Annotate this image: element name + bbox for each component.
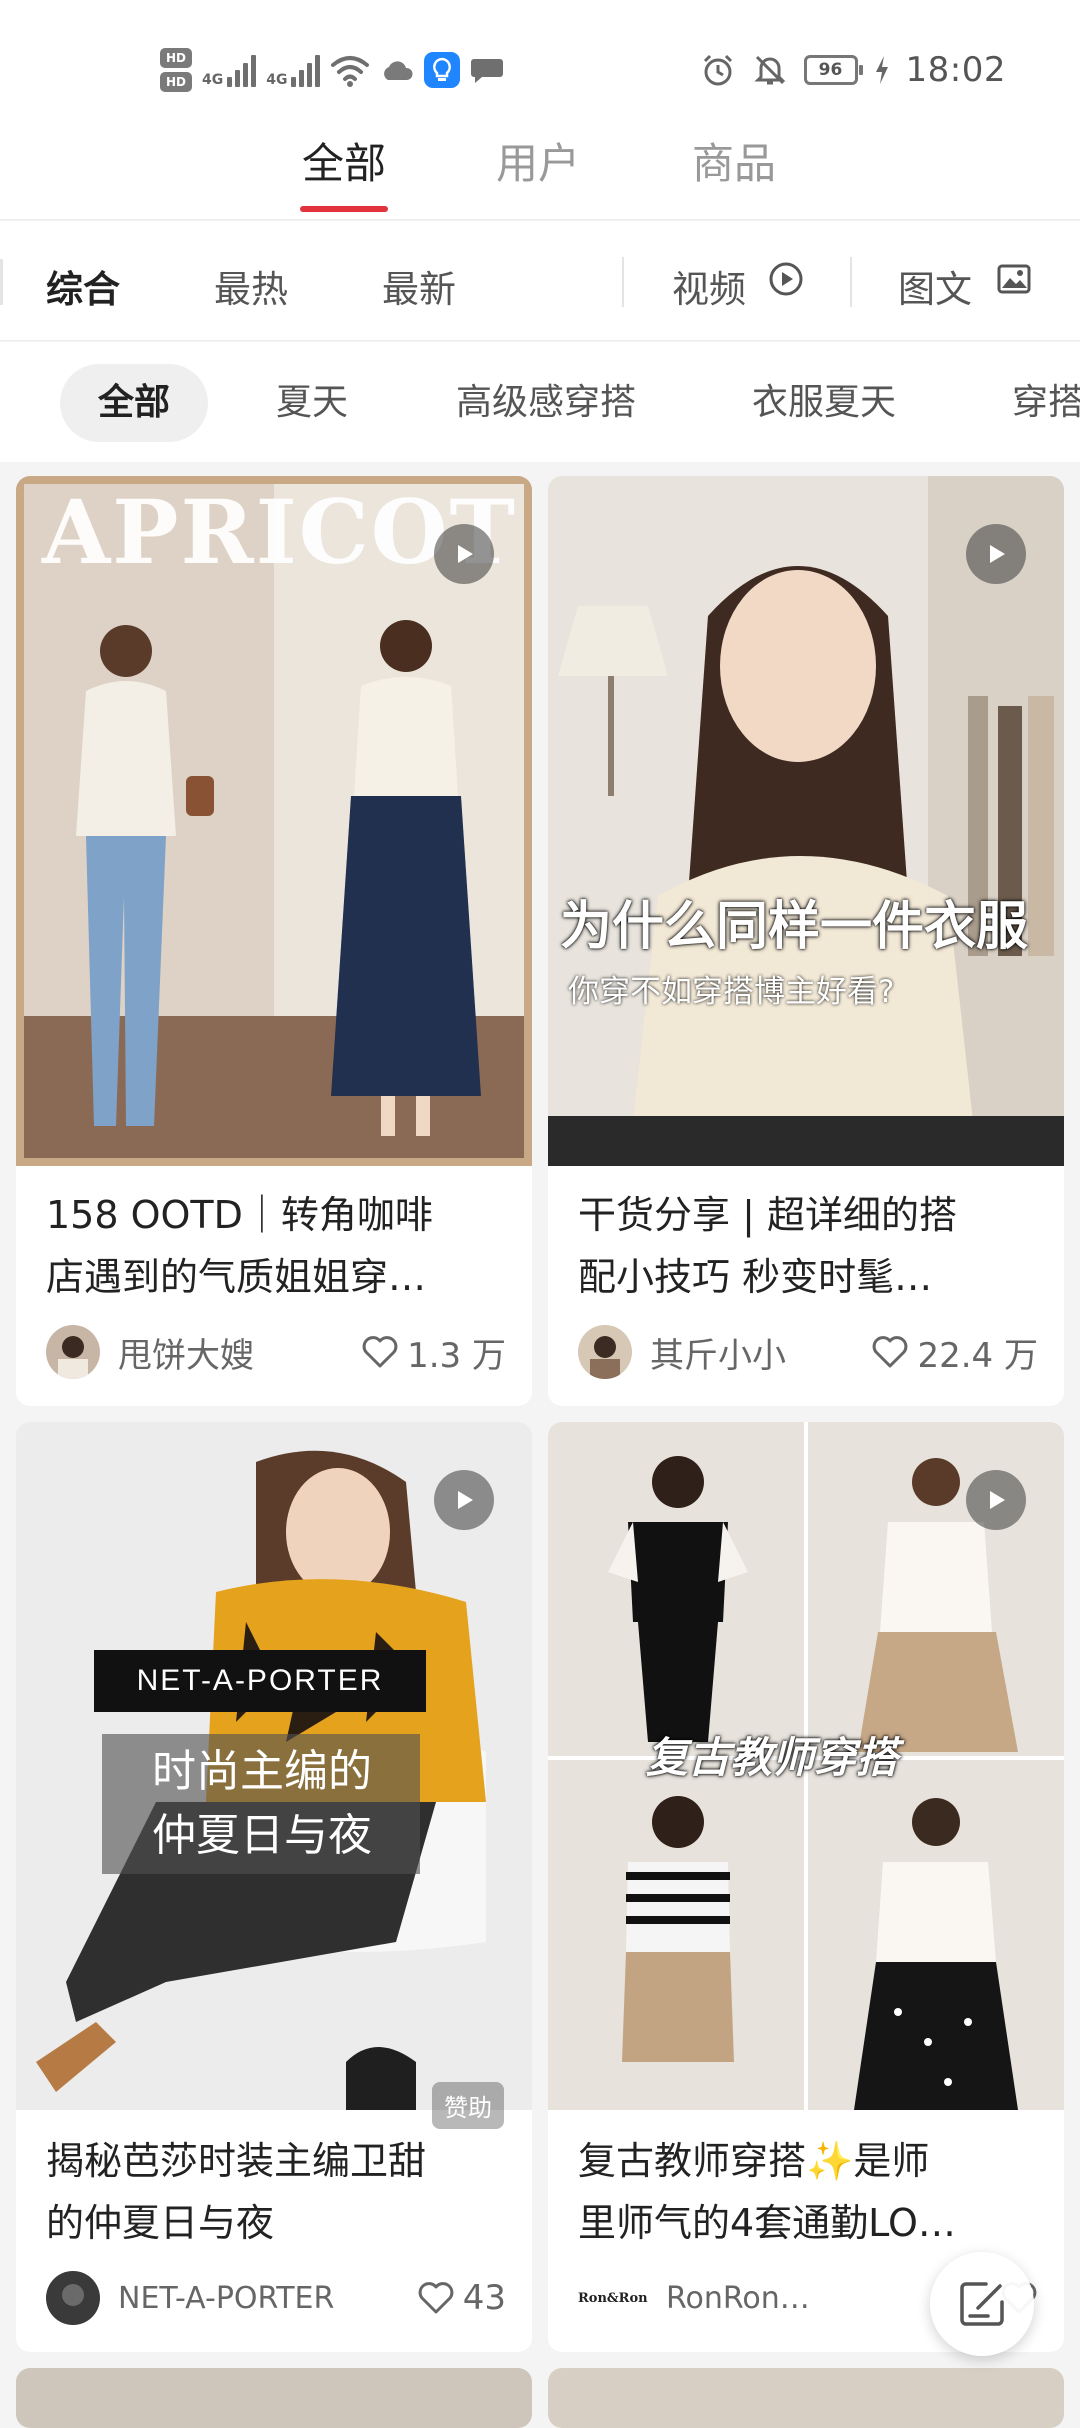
heart-icon: [873, 1336, 908, 1368]
wifi-icon: [331, 56, 370, 87]
hd-icon: HD: [160, 72, 192, 92]
video-badge: [434, 1470, 494, 1530]
play-icon: [458, 545, 473, 563]
active-tab-indicator: [300, 206, 388, 212]
avatar-logo-text: Ron&Ron: [578, 2290, 648, 2306]
note-title: 复古教师穿搭✨是师 里师气的4套通勤LO…: [578, 2130, 1038, 2254]
filter-image-text[interactable]: 图文: [898, 259, 972, 313]
play-icon: [458, 1491, 473, 1509]
note-meta: 其斤小小 22.4 万: [578, 1322, 1038, 1382]
avatar[interactable]: [46, 2271, 100, 2325]
battery-icon: 96: [803, 55, 863, 85]
cover-overlay-title: 为什么同样一件衣服: [560, 897, 1029, 957]
chip-summer[interactable]: 夏天: [276, 364, 348, 442]
divider: [622, 257, 624, 307]
note-card[interactable]: 为什么同样一件衣服 你穿不如穿搭博主好看? 干货分享 | 超详细的搭 配小技巧 …: [548, 476, 1064, 1406]
sort-comprehensive[interactable]: 综合: [46, 259, 120, 313]
note-title: 158 OOTD｜转角咖啡 店遇到的气质姐姐穿…: [46, 1184, 506, 1308]
signal-bars-icon: [227, 53, 257, 87]
cover-overlay-title: 时尚主编的 仲夏日与夜: [152, 1746, 372, 1861]
play-icon: [990, 1491, 1005, 1509]
status-left: HD HD 4G 4G: [160, 40, 504, 100]
clock: 18:02: [905, 50, 1006, 90]
brand-banner-text: NET-A-PORTER: [136, 1664, 384, 1697]
note-card[interactable]: 复古教师穿搭 复古教师穿搭✨是师 里师气的4套通勤LO… Ron&Ron Ron…: [548, 1422, 1064, 2352]
author-name[interactable]: 其斤小小: [650, 1328, 871, 1377]
sort-hottest[interactable]: 最热: [214, 259, 288, 313]
hd-icon: HD: [160, 48, 192, 68]
note-title: 揭秘芭莎时装主编卫甜 的仲夏日与夜: [46, 2130, 506, 2254]
chip-premium-outfit[interactable]: 高级感穿搭: [456, 364, 636, 442]
alarm-icon: [703, 54, 732, 86]
note-title-line: 158 OOTD｜转角咖啡: [46, 1193, 433, 1237]
note-card[interactable]: APRICOT 158 OOTD｜转角咖啡 店遇到的气质姐姐穿… 甩饼大嫂 1.…: [16, 476, 532, 1406]
chip-outfit[interactable]: 穿搭: [1012, 364, 1080, 442]
heart-icon: [418, 2282, 454, 2314]
like-count: 43: [462, 2278, 506, 2318]
play-circle-icon: [769, 262, 803, 296]
chat-bubble-icon: [471, 59, 504, 83]
tab-all[interactable]: 全部: [274, 130, 414, 191]
like-count: 1.3 万: [407, 1335, 506, 1376]
note-title-line: 复古教师穿搭✨是师: [578, 2139, 930, 2183]
brand-banner: NET-A-PORTER: [94, 1650, 426, 1712]
hd-indicators: HD HD: [160, 48, 192, 92]
mute-bell-icon: [753, 55, 786, 85]
cover-overlay-title: 复古教师穿搭: [646, 1733, 899, 1782]
note-card[interactable]: [16, 2368, 532, 2428]
cover-overlay-subtitle: 你穿不如穿搭博主好看?: [568, 974, 895, 1010]
sort-newest[interactable]: 最新: [382, 259, 456, 313]
bulb-icon: [424, 52, 461, 88]
chip-summer-clothes[interactable]: 衣服夏天: [752, 364, 896, 442]
divider: [0, 259, 3, 305]
note-title-line: 的仲夏日与夜: [46, 2201, 275, 2245]
like-button[interactable]: 22.4 万: [871, 1328, 1038, 1377]
like-count: 22.4 万: [917, 1335, 1038, 1376]
edit-note-icon: [960, 2282, 1004, 2326]
sort-filter-bar: 综合 最热 最新 视频 图文: [0, 221, 1080, 341]
network-type: 4G: [266, 72, 288, 88]
search-type-tabs: 全部 用户 商品: [0, 110, 1080, 220]
note-title-line: 店遇到的气质姐姐穿…: [46, 1255, 427, 1299]
image-icon: [997, 264, 1031, 294]
note-title: 干货分享 | 超详细的搭 配小技巧 秒变时髦…: [578, 1184, 1038, 1308]
avatar[interactable]: Ron&Ron: [578, 2271, 648, 2325]
keyword-chips: 全部 夏天 高级感穿搭 衣服夏天 穿搭: [0, 342, 1080, 462]
tab-products[interactable]: 商品: [664, 130, 804, 191]
chip-all[interactable]: 全部: [60, 364, 209, 442]
network-type: 4G: [202, 72, 224, 88]
note-title-line: 干货分享 | 超详细的搭: [578, 1193, 957, 1237]
cloud-icon: [384, 61, 413, 80]
avatar[interactable]: [578, 1325, 632, 1379]
author-name[interactable]: NET-A-PORTER: [118, 2281, 417, 2316]
tab-users[interactable]: 用户: [468, 130, 608, 191]
like-button[interactable]: 43: [417, 2278, 506, 2318]
note-card[interactable]: [548, 2368, 1064, 2428]
status-right: 96 18:02: [700, 42, 1006, 98]
filter-video[interactable]: 视频: [672, 259, 746, 313]
sponsored-badge: 赞助: [432, 2082, 504, 2129]
signal-bars-icon: [291, 53, 321, 87]
heart-icon: [362, 1336, 398, 1368]
note-title-line: 里师气的4套通勤LO…: [578, 2201, 956, 2245]
avatar[interactable]: [46, 1325, 100, 1379]
note-card[interactable]: NET-A-PORTER 时尚主编的 仲夏日与夜 赞助 揭秘芭莎时装主编卫甜 的…: [16, 1422, 532, 2352]
note-meta: NET-A-PORTER 43: [46, 2268, 506, 2328]
signal-1: 4G: [202, 53, 257, 88]
author-name[interactable]: 甩饼大嫂: [118, 1328, 361, 1377]
video-badge: [434, 524, 494, 584]
video-badge: [966, 1470, 1026, 1530]
charging-bolt-icon: [875, 56, 888, 84]
like-button[interactable]: 1.3 万: [361, 1328, 506, 1377]
video-badge: [966, 524, 1026, 584]
compose-button[interactable]: [930, 2252, 1034, 2356]
play-icon: [990, 545, 1005, 563]
divider: [850, 257, 852, 307]
signal-2: 4G: [266, 53, 321, 88]
note-meta: 甩饼大嫂 1.3 万: [46, 1322, 506, 1382]
note-title-line: 配小技巧 秒变时髦…: [578, 1255, 933, 1299]
note-title-line: 揭秘芭莎时装主编卫甜: [46, 2139, 427, 2183]
